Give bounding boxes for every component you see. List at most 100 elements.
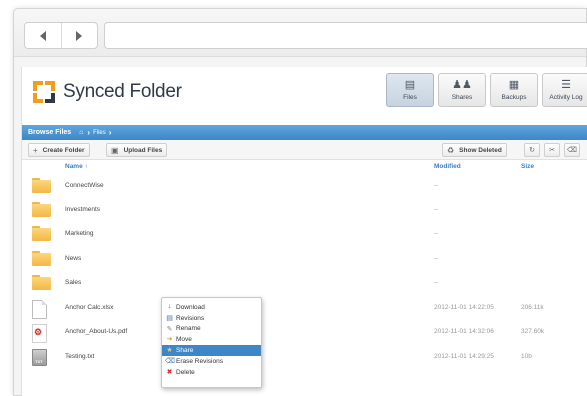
file-name[interactable]: Testing.txt [65, 353, 94, 360]
file-name[interactable]: Investments [65, 206, 100, 213]
nav-label: Files [403, 94, 417, 101]
create-folder-button[interactable]: + Create Folder [28, 143, 90, 157]
breadcrumb: Browse Files ⌂ › Files › [22, 125, 587, 140]
nav-label: Activity Log [549, 94, 583, 101]
file-modified: -- [434, 255, 439, 262]
refresh-button[interactable]: ↻ [524, 143, 540, 157]
menu-item-label: Share [176, 347, 194, 355]
table-row[interactable]: News -- [22, 247, 587, 271]
file-size: 206.11k [521, 304, 544, 311]
refresh-icon: ↻ [529, 147, 535, 154]
show-deleted-button[interactable]: ♻ Show Deleted [442, 143, 507, 157]
column-modified[interactable]: Modified [434, 163, 461, 170]
brand-name: Synced Folder [63, 81, 182, 102]
table-header: Name ↑ Modified Size [22, 161, 587, 173]
rename-icon: ✎ [166, 325, 173, 333]
column-size[interactable]: Size [521, 163, 534, 170]
menu-item-erase-revisions[interactable]: ⌫ Erase Revisions [162, 356, 261, 367]
menu-item-label: Move [176, 336, 192, 344]
browser-window: Synced Folder ▤ Files ♟♟ Shares ▦ Backup… [13, 8, 587, 396]
table-row[interactable]: Marketing -- [22, 222, 587, 246]
folder-icon [32, 178, 51, 193]
menu-item-share[interactable]: ★ Share [162, 345, 261, 356]
app-content: Synced Folder ▤ Files ♟♟ Shares ▦ Backup… [21, 67, 587, 396]
action-bar: + Create Folder ▣ Upload Files ♻ Show De… [22, 140, 587, 160]
backup-icon: ▦ [508, 79, 520, 91]
menu-item-label: Revisions [176, 314, 205, 322]
spreadsheet-file-icon [32, 300, 47, 319]
chevron-right-icon: › [87, 128, 91, 137]
restore-icon: ♻ [447, 145, 455, 155]
pdf-file-icon: ⚙ [32, 324, 47, 343]
trash-icon: ⌫ [567, 147, 577, 154]
text-file-icon: TXT [32, 349, 47, 366]
trash-button[interactable]: ⌫ [564, 143, 580, 157]
file-name[interactable]: Anchor_About-Us.pdf [65, 328, 127, 335]
nav-activity-log[interactable]: ☰ Activity Log [542, 73, 587, 107]
file-modified: -- [434, 206, 439, 213]
table-row[interactable]: ⚙ Anchor_About-Us.pdf 2012-11-01 14:32:0… [22, 320, 587, 344]
table-row[interactable]: TXT Testing.txt 2012-11-01 14:29:25 10b [22, 345, 587, 369]
file-modified: 2012-11-01 14:29:25 [434, 353, 494, 360]
delete-icon: ✖ [166, 368, 173, 376]
file-name[interactable]: News [65, 255, 81, 262]
menu-item-move[interactable]: ➜ Move [162, 334, 261, 345]
menu-item-label: Download [176, 303, 205, 311]
table-row[interactable]: ConnectWise -- [22, 174, 587, 198]
list-icon: ☰ [561, 79, 571, 91]
file-modified: 2012-11-01 14:22:05 [434, 304, 494, 311]
users-icon: ♟♟ [452, 79, 472, 91]
menu-item-label: Rename [176, 325, 201, 333]
main-nav: ▤ Files ♟♟ Shares ▦ Backups ☰ Activity L… [386, 73, 587, 107]
table-row[interactable]: Anchor Calc.xlsx 2012-11-01 14:22:05 206… [22, 296, 587, 320]
nav-backups[interactable]: ▦ Backups [490, 73, 538, 107]
file-modified: 2012-11-01 14:32:06 [434, 328, 494, 335]
file-modified: -- [434, 230, 439, 237]
menu-item-download[interactable]: ↓ Download [162, 302, 261, 313]
upload-icon: ▣ [111, 145, 119, 155]
forward-button[interactable] [60, 23, 98, 48]
context-menu: ↓ Download ▤ Revisions ✎ Rename ➜ Move ★… [161, 297, 262, 388]
chevron-right-icon: › [108, 128, 112, 137]
folder-icon [32, 202, 51, 217]
files-icon: ▤ [404, 79, 416, 91]
browser-toolbar [14, 9, 587, 57]
menu-item-label: Erase Revisions [176, 357, 223, 365]
file-name[interactable]: Sales [65, 279, 81, 286]
menu-item-delete[interactable]: ✖ Delete [162, 367, 261, 378]
file-name[interactable]: ConnectWise [65, 182, 104, 189]
breadcrumb-item-files[interactable]: Files [93, 130, 106, 136]
nav-label: Shares [451, 94, 473, 101]
address-bar[interactable] [104, 22, 587, 49]
forward-arrow-icon [76, 30, 83, 41]
menu-item-revisions[interactable]: ▤ Revisions [162, 313, 261, 324]
plus-icon: + [33, 145, 38, 155]
table-row[interactable]: Sales -- [22, 271, 587, 295]
back-arrow-icon [39, 30, 46, 41]
folder-icon [32, 275, 51, 290]
home-icon[interactable]: ⌂ [79, 129, 83, 136]
column-name[interactable]: Name ↑ [65, 163, 88, 170]
upload-files-button[interactable]: ▣ Upload Files [106, 143, 168, 157]
show-deleted-label: Show Deleted [459, 146, 502, 154]
nav-files[interactable]: ▤ Files [386, 73, 434, 107]
back-button[interactable] [25, 23, 61, 48]
file-modified: -- [434, 279, 439, 286]
nav-shares[interactable]: ♟♟ Shares [438, 73, 486, 107]
erase-icon: ⌫ [165, 357, 175, 365]
nav-label: Backups [501, 94, 527, 101]
file-name[interactable]: Marketing [65, 230, 94, 237]
cut-button[interactable]: ✂ [544, 143, 560, 157]
share-icon: ★ [166, 347, 173, 355]
table-row[interactable]: Investments -- [22, 198, 587, 222]
file-size: 327.60k [521, 328, 545, 335]
folder-icon [32, 226, 51, 241]
download-icon: ↓ [167, 303, 172, 310]
brand-logo: Synced Folder [33, 76, 183, 108]
breadcrumb-title: Browse Files [28, 129, 72, 136]
file-name[interactable]: Anchor Calc.xlsx [65, 304, 113, 311]
folder-icon [32, 251, 51, 266]
menu-item-rename[interactable]: ✎ Rename [162, 324, 261, 335]
file-size: 10b [521, 353, 532, 360]
upload-files-label: Upload Files [123, 146, 163, 154]
